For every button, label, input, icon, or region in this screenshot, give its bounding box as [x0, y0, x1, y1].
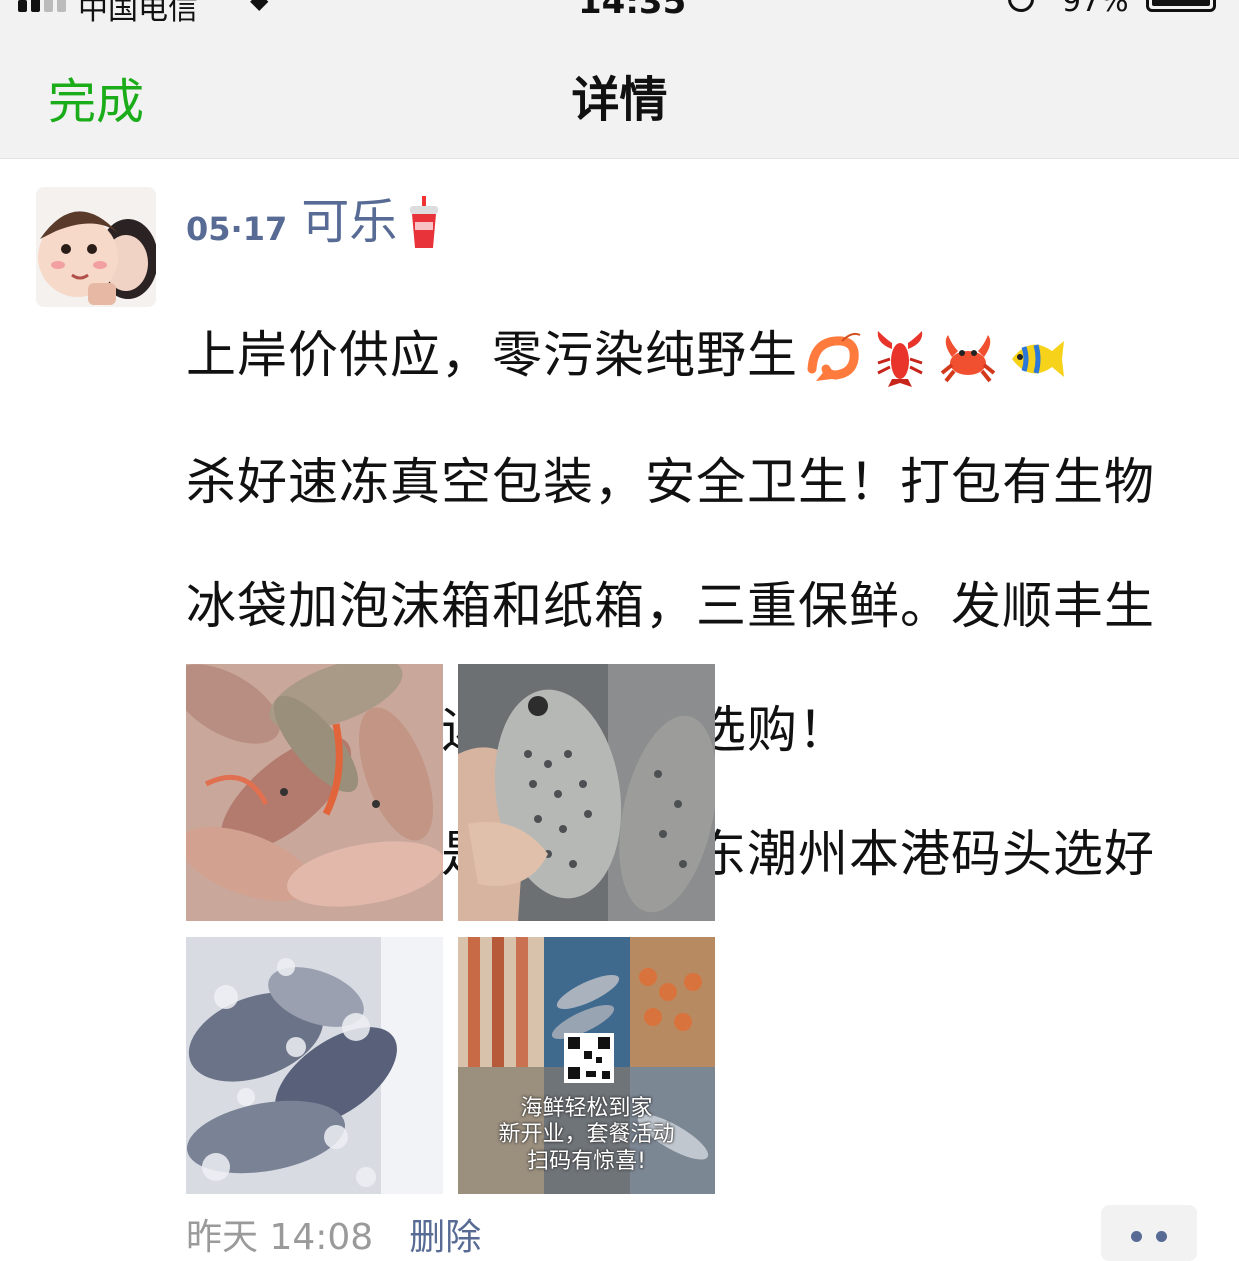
post-footer: 昨天 14:08 删除 [186, 1208, 481, 1260]
photo-frozen-fish[interactable] [186, 937, 443, 1194]
frozen-fish-image [186, 937, 443, 1194]
delete-button[interactable]: 删除 [409, 1208, 481, 1260]
wifi-icon: ◆ [250, 0, 269, 14]
battery-percentage: 97% [1062, 0, 1129, 19]
photo-seafood-poster[interactable]: 海鲜轻松到家 新开业，套餐活动 扫码有惊喜! [458, 937, 715, 1194]
post-text-line: 杀好速冻真空包装，安全卫生！打包有生物 [186, 452, 1155, 511]
photo-red-fish[interactable] [186, 664, 443, 921]
more-actions-button[interactable] [1101, 1205, 1197, 1261]
poster-scan-hint: 扫码有惊喜! [527, 1149, 646, 1174]
poster-promo: 新开业，套餐活动 [498, 1122, 675, 1147]
post-timestamp: 昨天 14:08 [186, 1217, 374, 1258]
navigation-bar: 完成 详情 [0, 22, 1239, 159]
page-title: 详情 [571, 72, 668, 128]
clock: 14:35 [578, 0, 687, 22]
post-date: 05·17 [186, 210, 288, 248]
red-fish-image [186, 664, 443, 921]
shrimp-icon [807, 332, 861, 381]
post-header: 05·17 可乐 [186, 186, 441, 250]
photo-spotted-fish[interactable] [458, 664, 715, 921]
post-text-line: 上岸价供应，零污染纯野生 [186, 324, 1186, 389]
post-text-line: 冰袋加泡沫箱和纸箱，三重保鲜。发顺丰生 [186, 576, 1155, 635]
battery-icon [1146, 0, 1216, 12]
tropical-fish-icon [1012, 340, 1064, 377]
author-name[interactable]: 可乐 [301, 194, 397, 250]
status-bar: 中国电信 ◆ 14:35 97% [0, 0, 1239, 22]
crab-icon [940, 334, 996, 382]
spotted-fish-image [458, 664, 715, 921]
tropical-drink-cup-icon [410, 196, 439, 248]
carrier-name: 中国电信 [78, 0, 198, 22]
poster-headline: 海鲜轻松到家 [520, 1096, 653, 1121]
orientation-lock-icon [1008, 0, 1034, 12]
avatar[interactable] [36, 187, 156, 307]
signal-icon [18, 0, 66, 12]
avatar-photo [36, 187, 156, 307]
lobster-icon [877, 330, 923, 387]
